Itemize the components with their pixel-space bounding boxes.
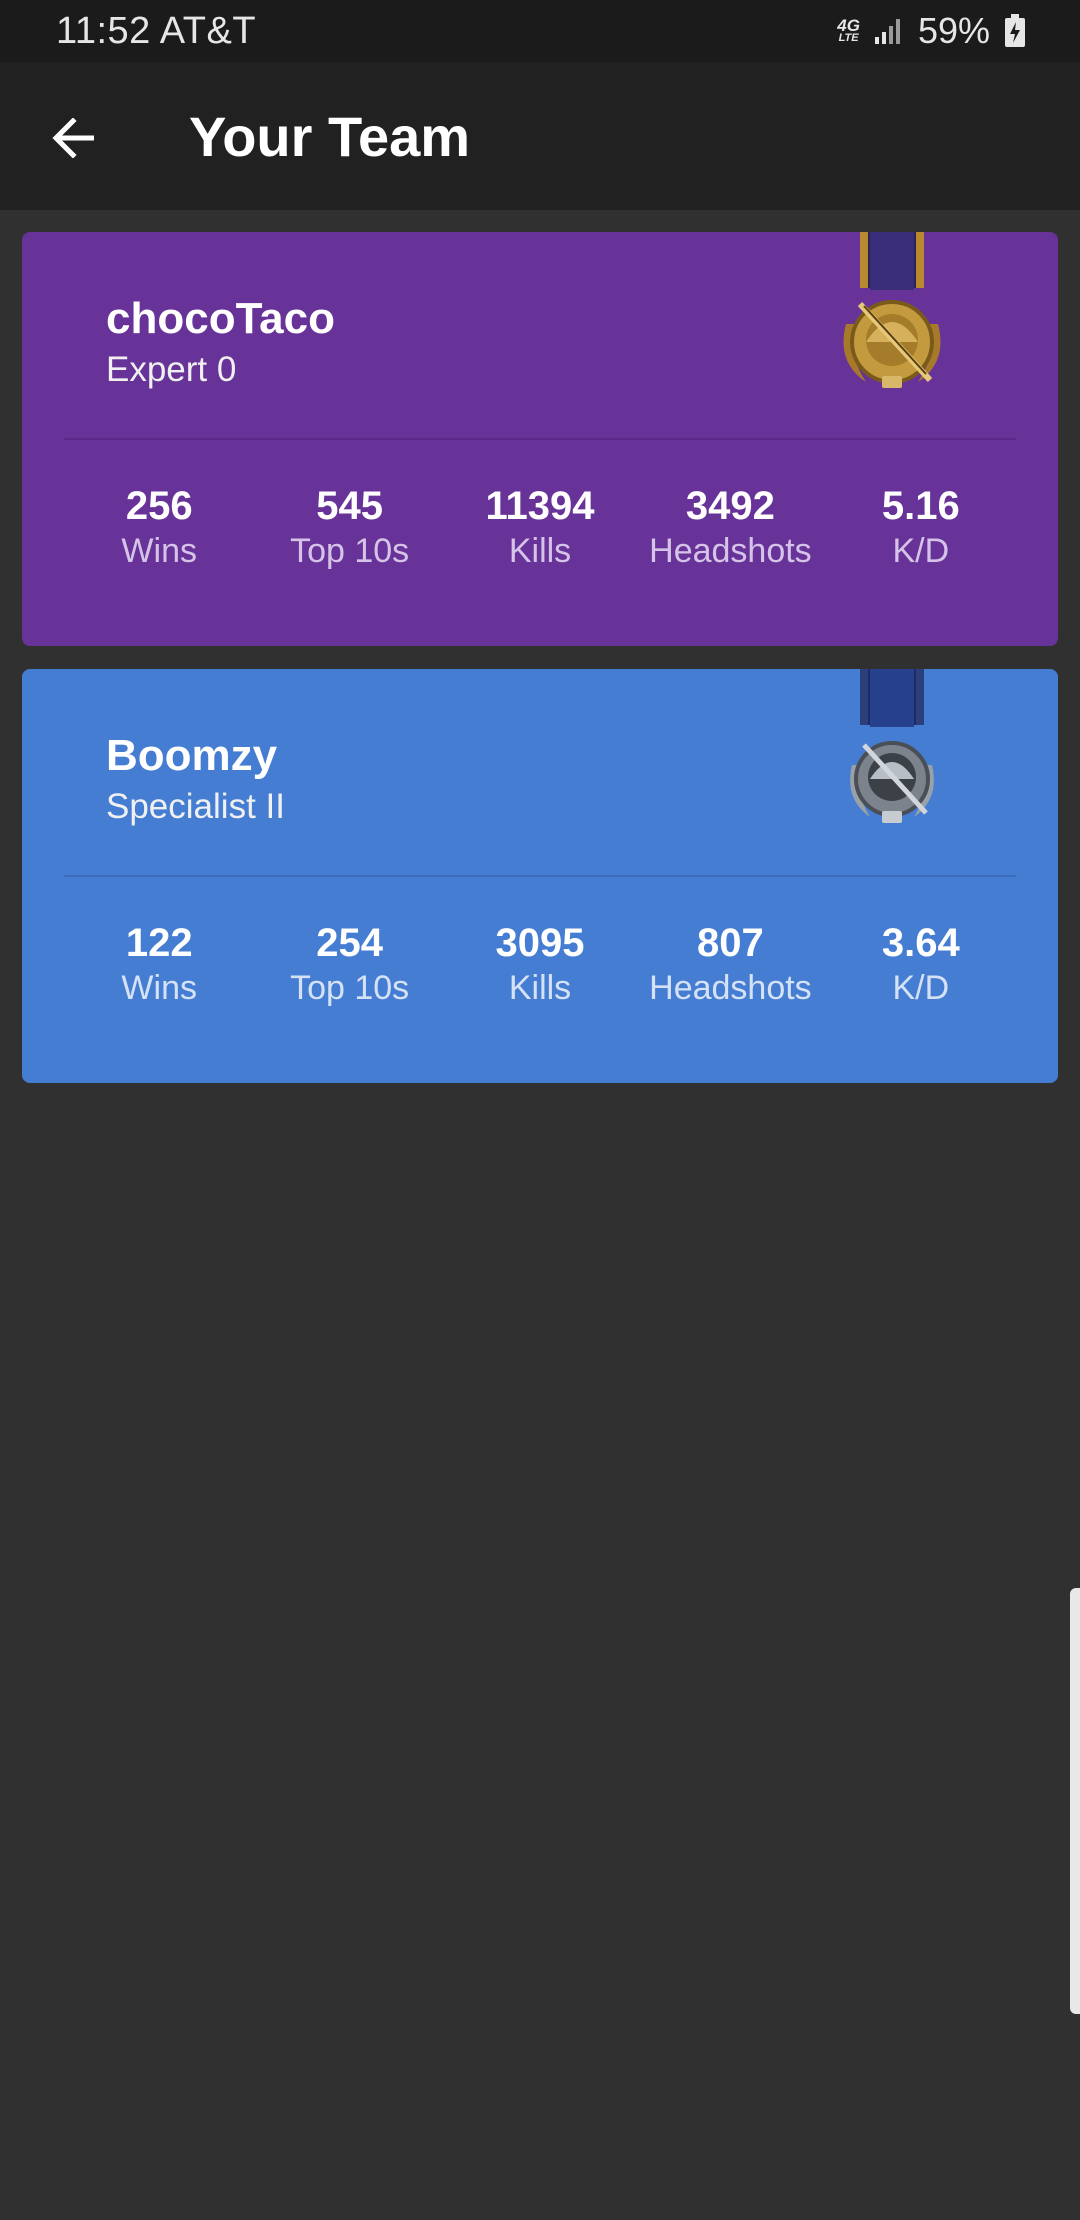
stat-kills: 11394 Kills — [445, 484, 635, 576]
back-button[interactable] — [42, 106, 106, 170]
player-name: Boomzy — [106, 731, 278, 780]
gold-medal-icon — [843, 232, 941, 388]
status-icons: 4G LTE 59% — [837, 10, 1026, 52]
stat-label: Wins — [121, 969, 197, 1007]
stat-label: Headshots — [649, 532, 812, 570]
stats-row: 122 Wins 254 Top 10s 3095 Kills 807 Head… — [64, 921, 1016, 1013]
stat-top10s: 545 Top 10s — [254, 484, 444, 576]
stat-value: 3095 — [495, 921, 585, 965]
player-rank: Expert 0 — [106, 350, 237, 389]
battery-charging-icon — [1005, 14, 1025, 47]
stat-label: K/D — [892, 969, 950, 1007]
stat-value: 807 — [697, 921, 764, 965]
status-time-carrier: 11:52 AT&T — [56, 9, 257, 52]
stat-headshots: 3492 Headshots — [635, 484, 825, 576]
player-name: chocoTaco — [106, 294, 336, 343]
stat-label: Headshots — [649, 969, 812, 1007]
stat-headshots: 807 Headshots — [635, 921, 825, 1013]
stat-top10s: 254 Top 10s — [254, 921, 444, 1013]
silver-medal-icon — [850, 669, 934, 823]
stat-wins: 256 Wins — [64, 484, 254, 576]
stat-wins: 122 Wins — [64, 921, 254, 1013]
stat-label: Wins — [121, 532, 197, 570]
stat-value: 545 — [316, 484, 383, 528]
scrollbar-thumb[interactable] — [1070, 1588, 1080, 2014]
stat-kills: 3095 Kills — [445, 921, 635, 1013]
network-type-label: 4G — [837, 16, 860, 35]
stats-row: 256 Wins 545 Top 10s 11394 Kills 3492 He… — [64, 484, 1016, 576]
stat-value: 5.16 — [881, 484, 960, 528]
stat-label: Kills — [508, 969, 572, 1007]
card-divider — [64, 875, 1016, 877]
stat-value: 122 — [125, 921, 193, 965]
card-divider — [64, 438, 1016, 440]
stat-label: Top 10s — [290, 969, 410, 1007]
stat-value: 11394 — [485, 484, 595, 528]
battery-percentage: 59% — [917, 10, 990, 51]
stat-value: 3492 — [685, 484, 775, 528]
page-title: Your Team — [189, 105, 471, 168]
stat-kd: 3.64 K/D — [826, 921, 1016, 1013]
status-bar: 11:52 AT&T 4G LTE 59% — [0, 0, 1080, 62]
stat-label: Top 10s — [290, 532, 410, 570]
player-rank: Specialist II — [106, 787, 285, 826]
signal-icon — [874, 19, 900, 44]
team-member-card[interactable]: Boomzy Specialist II 122 Wins 254 Top 10… — [22, 669, 1058, 1083]
app-bar: Your Team — [0, 62, 1080, 210]
stat-label: K/D — [892, 532, 950, 570]
stat-value: 3.64 — [881, 921, 960, 965]
stat-label: Kills — [508, 532, 572, 570]
arrow-left-icon — [52, 118, 94, 158]
team-member-card[interactable]: chocoTaco Expert 0 256 Wins 545 Top 10s … — [22, 232, 1058, 646]
stat-value: 256 — [125, 484, 193, 528]
stat-kd: 5.16 K/D — [826, 484, 1016, 576]
stat-value: 254 — [316, 921, 383, 965]
network-type-indicator: 4G LTE — [837, 16, 860, 44]
network-subtype-label: LTE — [838, 32, 859, 44]
